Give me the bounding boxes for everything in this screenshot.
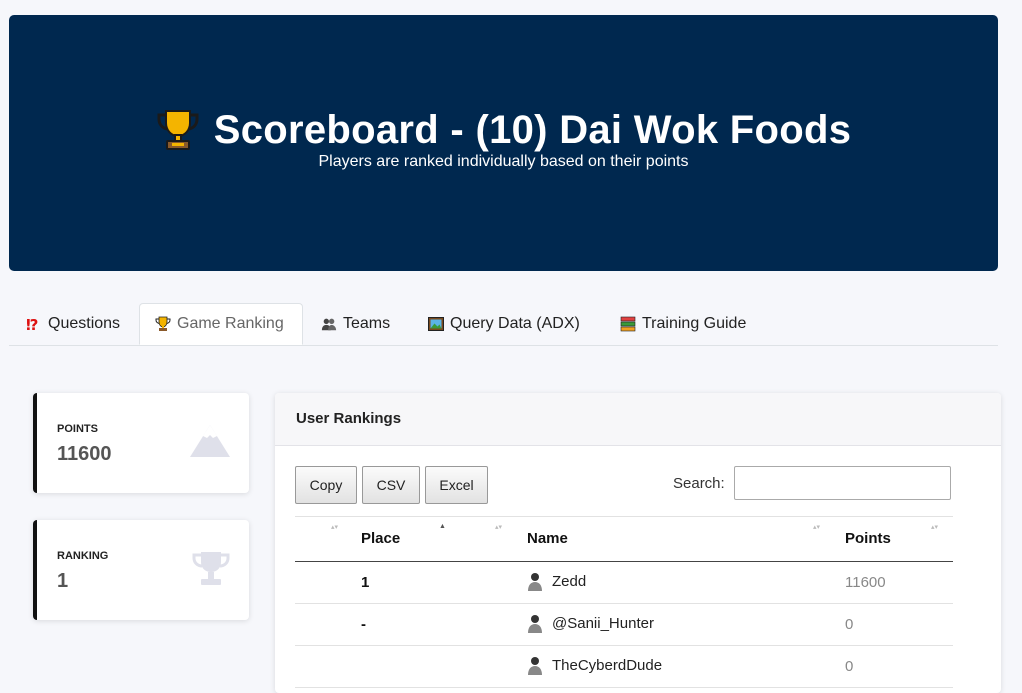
trophy-icon (155, 316, 171, 331)
table-row: TheCyberdDude 0 (295, 646, 953, 688)
trophy-icon (157, 110, 199, 150)
table-row: 1 Zedd 11600 (295, 562, 953, 604)
rankings-table: ▴▾ Place ▲ ▴▾ Name ▴▾ Points ▴▾ 1 Zedd 1… (295, 516, 953, 688)
column-header-points[interactable]: Points (845, 530, 891, 547)
search-input[interactable] (734, 466, 951, 500)
people-icon (321, 318, 337, 330)
excel-button[interactable]: Excel (425, 466, 488, 504)
player-name: @Sanii_Hunter (552, 615, 654, 632)
person-icon (528, 657, 542, 675)
sort-icon: ▴▾ (495, 524, 503, 531)
tab-label: Game Ranking (177, 315, 284, 332)
tab-bar: ⁉ Questions Game Ranking Teams Query Dat… (9, 303, 998, 346)
points-cell: 0 (845, 658, 854, 675)
place-cell: 1 (361, 574, 370, 591)
ranking-card: RANKING 1 (33, 520, 249, 620)
tab-label: Training Guide (642, 314, 747, 332)
name-cell: TheCyberdDude (527, 656, 662, 675)
csv-button[interactable]: CSV (362, 466, 420, 504)
player-name: TheCyberdDude (552, 657, 663, 674)
tab-teams[interactable]: Teams (306, 303, 405, 344)
tab-query-data[interactable]: Query Data (ADX) (413, 303, 595, 344)
copy-button[interactable]: Copy (295, 466, 357, 504)
sort-icon: ▴▾ (813, 524, 821, 531)
person-icon (528, 615, 542, 633)
person-icon (528, 573, 542, 591)
name-cell: @Sanii_Hunter (527, 614, 654, 633)
panel-title: User Rankings (275, 393, 1001, 446)
search-label: Search: (673, 475, 725, 492)
page-title: Scoreboard - (10) Dai Wok Foods (9, 107, 998, 153)
header-banner: Scoreboard - (10) Dai Wok Foods Players … (9, 15, 998, 271)
page-title-text: Scoreboard - (10) Dai Wok Foods (213, 107, 852, 152)
books-icon (620, 316, 636, 331)
points-value: 11600 (57, 443, 112, 465)
sort-icon: ▴▾ (931, 524, 939, 531)
question-exclamation-icon: ⁉ (26, 316, 38, 332)
tab-questions[interactable]: ⁉ Questions (11, 303, 135, 344)
ranking-value: 1 (57, 570, 69, 592)
points-card: POINTS 11600 (33, 393, 249, 493)
column-header-place[interactable]: Place (361, 530, 400, 547)
table-row: - @Sanii_Hunter 0 (295, 604, 953, 646)
tab-label: Questions (48, 314, 121, 332)
trophy-icon (192, 552, 230, 585)
sort-icon: ▴▾ (331, 524, 339, 531)
points-cell: 11600 (845, 574, 886, 591)
table-header: ▴▾ Place ▲ ▴▾ Name ▴▾ Points ▴▾ (295, 516, 953, 562)
framed-picture-icon (428, 316, 444, 331)
points-label: POINTS (57, 423, 98, 435)
tab-game-ranking[interactable]: Game Ranking (139, 303, 303, 345)
svg-text:⁉: ⁉ (26, 316, 38, 332)
player-name: Zedd (552, 573, 587, 590)
sort-asc-icon: ▲ (439, 523, 446, 530)
tab-training-guide[interactable]: Training Guide (605, 303, 761, 344)
tab-label: Query Data (ADX) (450, 314, 580, 332)
place-cell: - (361, 616, 366, 633)
user-rankings-panel: User Rankings Copy CSV Excel Search: ▴▾ … (275, 393, 1001, 693)
name-cell: Zedd (527, 572, 586, 591)
ranking-label: RANKING (57, 550, 109, 562)
points-cell: 0 (845, 616, 854, 633)
mountain-icon (190, 425, 230, 457)
column-header-name[interactable]: Name (527, 530, 568, 547)
tab-label: Teams (343, 314, 391, 332)
page-subtitle: Players are ranked individually based on… (318, 153, 689, 170)
